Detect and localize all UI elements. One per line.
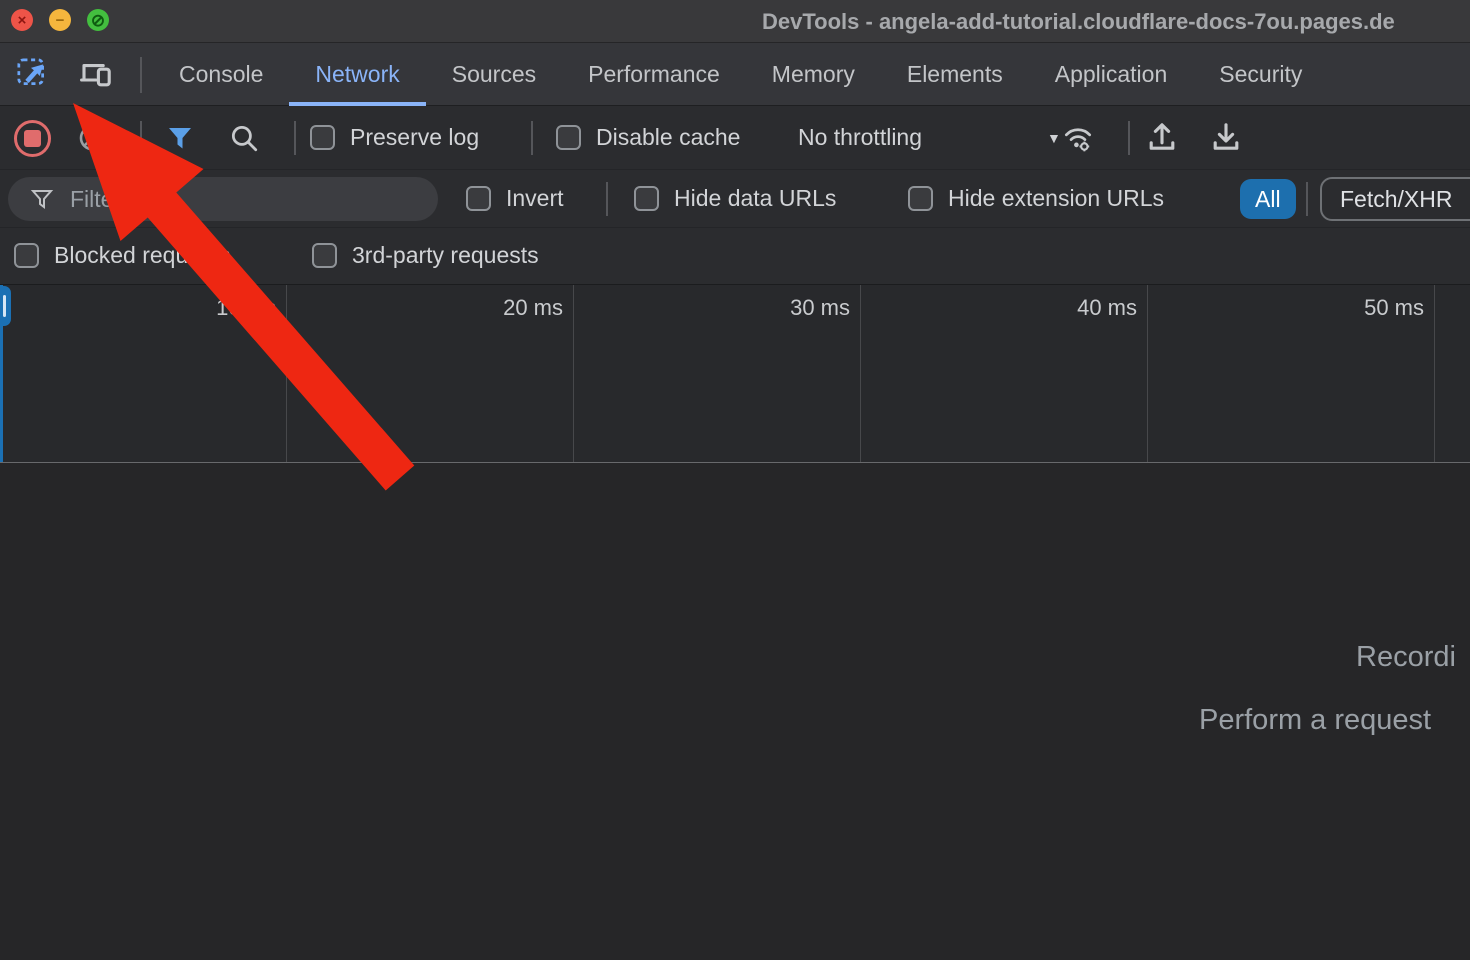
filterbar-separator bbox=[1306, 182, 1308, 216]
minimize-window-button[interactable]: − bbox=[49, 9, 71, 31]
clear-icon bbox=[77, 123, 107, 153]
overview-drag-handle[interactable] bbox=[0, 286, 11, 326]
network-filterbar-secondary: Blocked requests 3rd-party requests bbox=[0, 228, 1470, 284]
request-type-all-button[interactable]: All bbox=[1240, 179, 1296, 219]
checkbox-box bbox=[556, 125, 581, 150]
search-icon bbox=[228, 122, 260, 154]
filter-input[interactable] bbox=[70, 186, 400, 213]
tab-application[interactable]: Application bbox=[1029, 43, 1194, 106]
blocked-requests-checkbox[interactable]: Blocked requests bbox=[14, 242, 230, 269]
minimize-icon: − bbox=[56, 13, 65, 28]
clear-network-log-button[interactable] bbox=[74, 120, 110, 156]
import-har-button[interactable] bbox=[1144, 120, 1180, 156]
upload-icon bbox=[1144, 120, 1180, 156]
checkbox-box bbox=[634, 186, 659, 211]
toolbar-separator bbox=[294, 121, 296, 155]
third-party-requests-checkbox[interactable]: 3rd-party requests bbox=[312, 242, 539, 269]
hide-extension-urls-checkbox[interactable]: Hide extension URLs bbox=[908, 185, 1164, 212]
record-stop-icon bbox=[24, 130, 41, 147]
traffic-lights: × − ⊘ bbox=[11, 9, 109, 31]
empty-state-instruction-text: Perform a request bbox=[1199, 704, 1431, 737]
timeline-tick: 10 ms bbox=[0, 285, 287, 462]
checkbox-box bbox=[908, 186, 933, 211]
tab-network[interactable]: Network bbox=[289, 43, 425, 106]
timeline-tick: 20 ms bbox=[287, 285, 574, 462]
tab-sources[interactable]: Sources bbox=[426, 43, 562, 106]
timeline-tick: 40 ms bbox=[861, 285, 1148, 462]
network-filterbar: Invert Hide data URLs Hide extension URL… bbox=[0, 170, 1470, 228]
toolbar-separator bbox=[531, 121, 533, 155]
timeline-tick: 50 ms bbox=[1148, 285, 1435, 462]
titlebar: × − ⊘ DevTools - angela-add-tutorial.clo… bbox=[0, 0, 1470, 43]
toolbar-separator bbox=[1128, 121, 1130, 155]
filter-funnel-icon bbox=[165, 123, 195, 153]
toolbar-separator bbox=[140, 121, 142, 155]
timeline-tick: 30 ms bbox=[574, 285, 861, 462]
device-toolbar-button[interactable] bbox=[73, 51, 119, 97]
chevron-down-icon: ▼ bbox=[1047, 130, 1061, 146]
export-har-button[interactable] bbox=[1208, 120, 1244, 156]
search-button[interactable] bbox=[226, 120, 262, 156]
filterbar-separator bbox=[606, 182, 608, 216]
request-type-fetch-xhr-button[interactable]: Fetch/XHR bbox=[1320, 177, 1470, 221]
tab-security[interactable]: Security bbox=[1193, 43, 1328, 106]
download-icon bbox=[1208, 120, 1244, 156]
preserve-log-checkbox[interactable]: Preserve log bbox=[310, 124, 479, 151]
filter-toggle-button[interactable] bbox=[162, 120, 198, 156]
checkbox-box bbox=[310, 125, 335, 150]
record-stop-button[interactable] bbox=[14, 120, 51, 157]
throttling-value: No throttling bbox=[798, 124, 922, 151]
inspect-element-button[interactable] bbox=[10, 51, 56, 97]
close-window-button[interactable]: × bbox=[11, 9, 33, 31]
tab-memory[interactable]: Memory bbox=[746, 43, 881, 106]
filter-input-pill[interactable] bbox=[8, 177, 438, 221]
filter-funnel-icon bbox=[30, 187, 54, 211]
tab-elements[interactable]: Elements bbox=[881, 43, 1029, 106]
tab-performance[interactable]: Performance bbox=[562, 43, 746, 106]
inspect-cursor-icon bbox=[16, 57, 50, 91]
disable-cache-checkbox[interactable]: Disable cache bbox=[556, 124, 740, 151]
tabbar-separator bbox=[140, 57, 142, 93]
network-toolbar: Preserve log Disable cache No throttling… bbox=[0, 106, 1470, 170]
network-conditions-button[interactable] bbox=[1060, 120, 1096, 156]
device-toolbar-icon bbox=[78, 56, 114, 92]
zoom-window-button[interactable]: ⊘ bbox=[87, 9, 109, 31]
close-icon: × bbox=[18, 13, 27, 28]
checkbox-box bbox=[14, 243, 39, 268]
network-overview-timeline[interactable]: 10 ms 20 ms 30 ms 40 ms 50 ms bbox=[0, 284, 1470, 463]
empty-state-recording-text: Recordi bbox=[1356, 641, 1456, 674]
window-title: DevTools - angela-add-tutorial.cloudflar… bbox=[762, 9, 1395, 35]
devtools-tabbar: Console Network Sources Performance Memo… bbox=[0, 43, 1470, 106]
network-conditions-icon bbox=[1060, 119, 1096, 157]
throttling-dropdown[interactable]: No throttling ▼ bbox=[798, 124, 1061, 151]
zoom-icon: ⊘ bbox=[91, 12, 105, 29]
invert-checkbox[interactable]: Invert bbox=[466, 185, 564, 212]
hide-data-urls-checkbox[interactable]: Hide data URLs bbox=[634, 185, 836, 212]
checkbox-box bbox=[312, 243, 337, 268]
panel-tabs: Console Network Sources Performance Memo… bbox=[153, 43, 1328, 106]
tab-console[interactable]: Console bbox=[153, 43, 289, 106]
checkbox-box bbox=[466, 186, 491, 211]
